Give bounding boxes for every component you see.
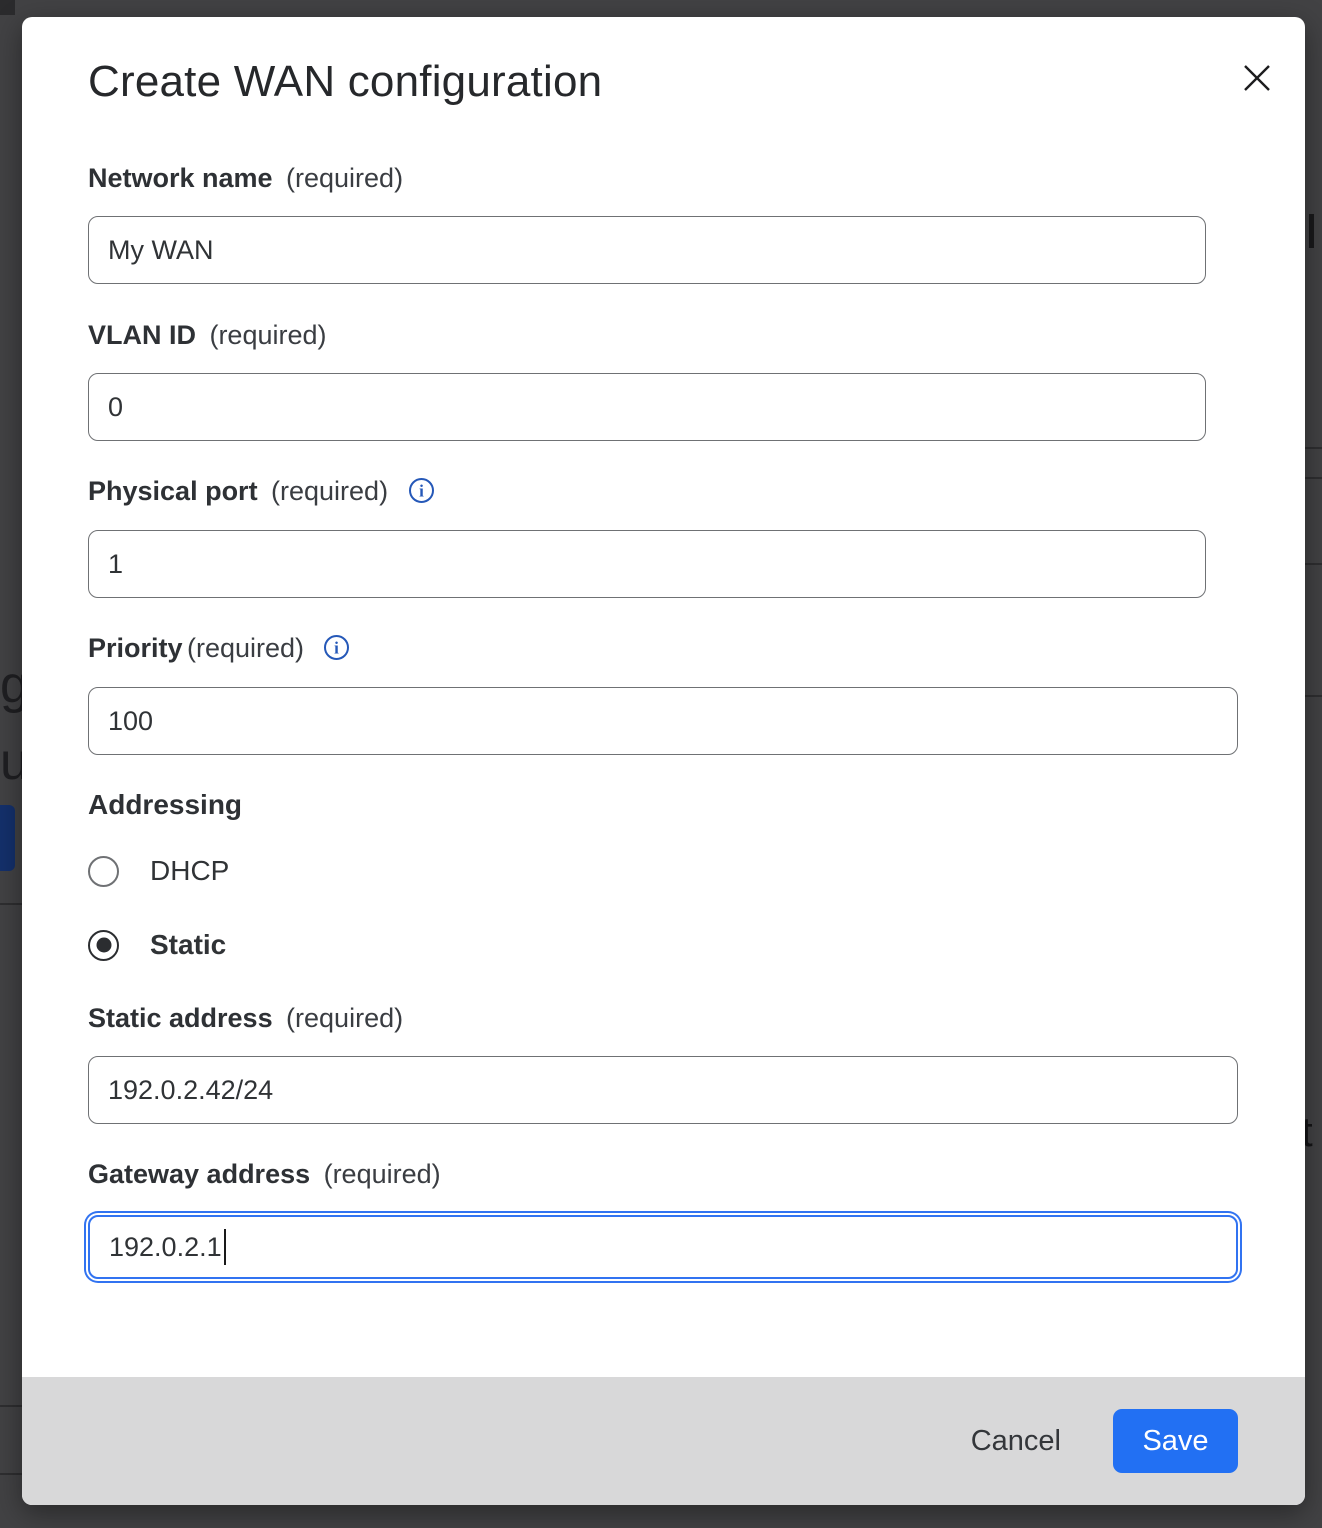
close-icon[interactable] bbox=[1231, 53, 1283, 105]
required-hint: (required) bbox=[187, 633, 304, 663]
addressing-heading: Addressing bbox=[88, 789, 242, 821]
field-label: Gateway address bbox=[88, 1159, 310, 1189]
radio-label: DHCP bbox=[150, 855, 229, 887]
radio-dhcp[interactable]: DHCP bbox=[88, 855, 229, 887]
text-cursor bbox=[224, 1229, 226, 1265]
radio-circle-icon[interactable] bbox=[88, 856, 119, 887]
background-line bbox=[1305, 695, 1322, 697]
radio-label: Static bbox=[150, 929, 226, 961]
priority-label: Priority (required) i bbox=[88, 633, 350, 666]
background-line bbox=[0, 1405, 22, 1407]
gateway-address-value: 192.0.2.1 bbox=[109, 1232, 222, 1263]
required-hint: (required) bbox=[271, 476, 388, 506]
network-name-input[interactable] bbox=[88, 216, 1206, 284]
field-label: Static address bbox=[88, 1003, 273, 1033]
gateway-address-label: Gateway address (required) bbox=[88, 1159, 441, 1190]
background-button-fragment bbox=[0, 805, 15, 871]
background-text-fragment bbox=[1309, 214, 1314, 248]
modal-title: Create WAN configuration bbox=[88, 57, 602, 107]
radio-static[interactable]: Static bbox=[88, 929, 226, 961]
required-hint: (required) bbox=[209, 320, 326, 350]
required-hint: (required) bbox=[286, 163, 403, 193]
network-name-label: Network name (required) bbox=[88, 163, 403, 194]
modal-footer: Cancel Save bbox=[22, 1377, 1305, 1505]
required-hint: (required) bbox=[324, 1159, 441, 1189]
required-hint: (required) bbox=[286, 1003, 403, 1033]
radio-circle-icon[interactable] bbox=[88, 930, 119, 961]
physical-port-label: Physical port (required) i bbox=[88, 476, 435, 509]
cancel-button[interactable]: Cancel bbox=[967, 1417, 1065, 1466]
gateway-address-input[interactable]: 192.0.2.1 bbox=[88, 1215, 1238, 1279]
close-icon-glyph bbox=[1238, 59, 1276, 97]
svg-text:i: i bbox=[335, 639, 340, 658]
vlan-id-input[interactable] bbox=[88, 373, 1206, 441]
save-button[interactable]: Save bbox=[1113, 1409, 1238, 1473]
svg-text:i: i bbox=[419, 482, 424, 501]
field-label: Network name bbox=[88, 163, 273, 193]
background-line bbox=[1305, 563, 1322, 565]
static-address-input[interactable] bbox=[88, 1056, 1238, 1124]
field-label: Priority bbox=[88, 633, 183, 663]
info-icon[interactable]: i bbox=[408, 477, 435, 509]
static-address-label: Static address (required) bbox=[88, 1003, 403, 1034]
background-line bbox=[1305, 477, 1322, 479]
create-wan-modal: Create WAN configuration Network name (r… bbox=[22, 17, 1305, 1505]
field-label: VLAN ID bbox=[88, 320, 196, 350]
background-line bbox=[0, 903, 22, 905]
field-label: Physical port bbox=[88, 476, 258, 506]
background-line bbox=[0, 1473, 22, 1475]
vlan-id-label: VLAN ID (required) bbox=[88, 320, 327, 351]
priority-input[interactable] bbox=[88, 687, 1238, 755]
background-line bbox=[1305, 447, 1322, 449]
info-icon[interactable]: i bbox=[323, 634, 350, 666]
physical-port-input[interactable] bbox=[88, 530, 1206, 598]
background-corner bbox=[0, 0, 15, 15]
